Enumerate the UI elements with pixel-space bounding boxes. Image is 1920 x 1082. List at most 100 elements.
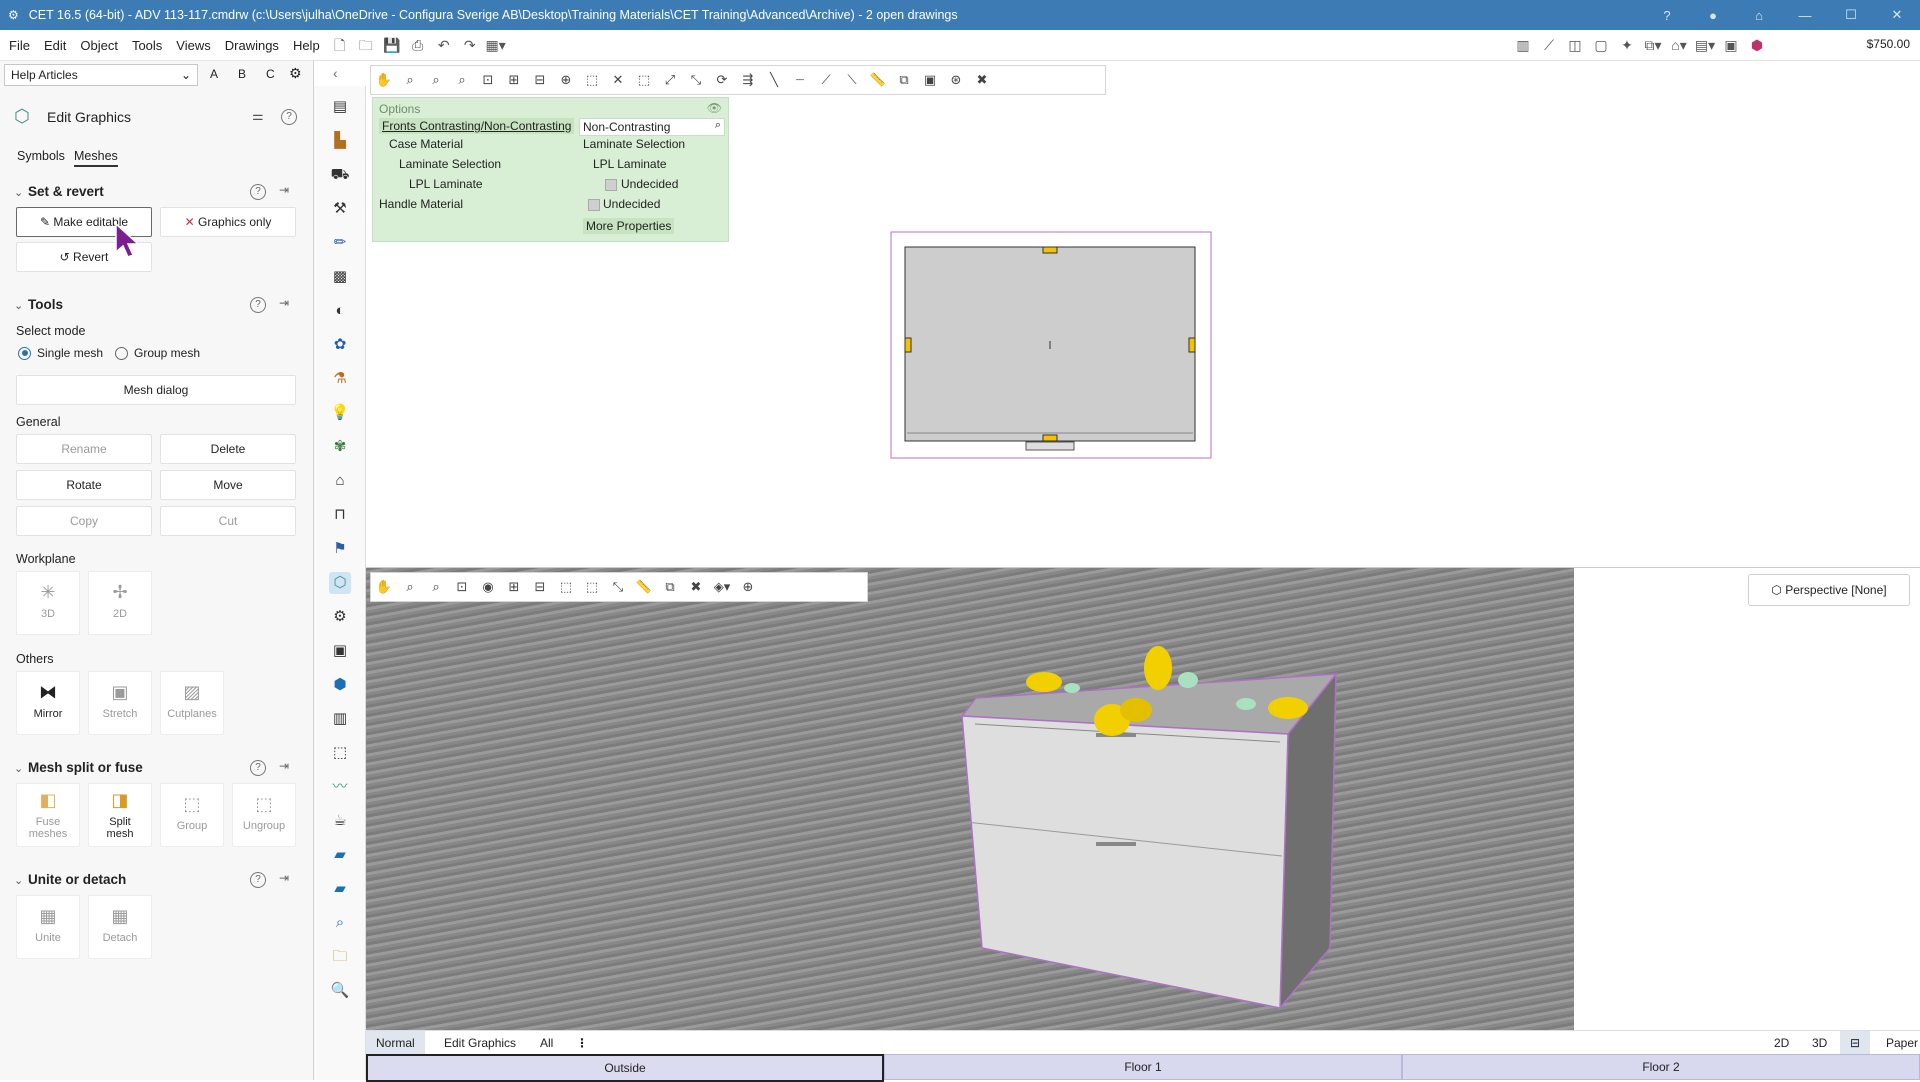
view-2d-button[interactable]: 2D [1764,1031,1799,1055]
blue-book2-icon[interactable]: ▰ [329,878,351,900]
stretch-obj-icon[interactable]: ⤡ [605,579,631,595]
camera-icon[interactable]: ▣ [329,640,351,662]
utensils-icon[interactable]: ⚒ [329,198,351,220]
wand-icon[interactable]: ✦ [1616,34,1638,56]
select-area-icon[interactable]: ⬚ [631,72,657,88]
print-icon[interactable]: ⎙ [407,34,429,56]
search-icon[interactable]: ⌕ [715,119,721,132]
delete-obj-icon[interactable]: ✖ [683,579,709,595]
edit-graphics-tool-icon[interactable]: ⬡ [329,572,351,594]
rotate-button[interactable]: Rotate [16,470,152,500]
table-icon[interactable]: ▤▾ [1694,34,1716,56]
ungroup-button[interactable]: ⬚ Ungroup [232,783,296,847]
target-icon[interactable]: ⊕ [735,579,761,595]
dimension-icon[interactable]: ⟍ [839,72,865,88]
more-properties-button[interactable]: More Properties [583,218,675,234]
move-button[interactable]: Move [160,470,296,500]
view-2d[interactable]: ✋ ⌕ ⌕ ⌕ ⊡ ⊞ ⊟ ⊕ ⬚ ✕ ⬚ ⤢ ⤡ ⟳ ⇶ ╲ ┈ ⟋ ⟍ 📏 … [366,61,1920,568]
pan-icon[interactable]: ✋ [371,579,397,595]
graphics-only-button[interactable]: ✕ Graphics only [160,207,296,237]
zoom-extents-icon[interactable]: ⊡ [475,72,501,88]
section-set-revert[interactable]: ⌄ Set & revert [14,184,104,199]
delete-button[interactable]: Delete [160,434,296,464]
select-icon[interactable]: ⬚ [553,579,579,595]
undo-icon[interactable]: ↶ [433,34,455,56]
new-file-icon[interactable]: 🗋 [329,34,351,56]
measure-icon[interactable]: 📏 [631,579,657,595]
prop-label-lpl-laminate[interactable]: LPL Laminate [409,177,483,191]
search-doc-icon[interactable]: ⌕ [329,912,351,934]
section-mesh-split-fuse[interactable]: ⌄ Mesh split or fuse [14,760,143,775]
zoom-select-icon[interactable]: ⊞ [501,72,527,88]
copy-button[interactable]: Copy [16,506,152,536]
help-circle-icon[interactable]: ? [250,760,266,776]
cube-icon[interactable]: ⬢ [329,674,351,696]
desk-icon[interactable]: ⊓ [329,504,351,526]
floor-plan-icon[interactable]: ▙ [329,130,351,152]
split-view-icon[interactable]: ⊟ [1840,1031,1871,1055]
help-articles-dropdown[interactable]: Help Articles ⌄ [4,64,198,86]
stretch-obj-icon[interactable]: ⤡ [683,72,709,88]
prop-value-handle-material[interactable]: Undecided [603,197,660,211]
hex-icon[interactable]: ⬢ [1746,34,1768,56]
collapse-panel-icon[interactable]: ‹ [333,65,338,81]
maximize-button[interactable]: ☐ [1828,7,1874,23]
pan-icon[interactable]: ✋ [371,72,397,88]
help-circle-icon[interactable]: ? [250,872,266,888]
close-button[interactable]: ✕ [1874,7,1920,23]
zoom-select-icon[interactable]: ⊞ [501,579,527,595]
unite-button[interactable]: ▦ Unite [16,895,80,959]
bulb-icon[interactable]: 💡 [329,402,351,424]
layers-icon[interactable]: ⧉▾ [1642,34,1664,56]
kitchen-icon[interactable]: ⚗ [329,368,351,390]
zoom-in-icon[interactable]: ⌕ [423,579,449,595]
rotate-obj-icon[interactable]: ⟳ [709,72,735,88]
flag-icon[interactable]: ⚑ [329,538,351,560]
layout-dropdown-icon[interactable]: ▦▾ [485,34,507,56]
pencil-ruler-icon[interactable]: ✏ [329,232,351,254]
mirror-button[interactable]: ⧓ Mirror [16,671,80,735]
tab-all[interactable]: All [530,1031,563,1055]
zoom-out-icon[interactable]: ⌕ [397,72,423,88]
tab-edit-graphics[interactable]: Edit Graphics [434,1031,526,1055]
more-vertical-icon[interactable]: ⋮ [566,1031,598,1055]
prop-label-handle-material[interactable]: Handle Material [379,197,463,211]
search-icon[interactable]: 🔍 [329,980,351,1002]
prop-value-laminate-selection[interactable]: LPL Laminate [593,157,667,171]
tab-normal[interactable]: Normal [366,1031,425,1055]
select-cross-icon[interactable]: ✕ [605,72,631,88]
tag-icon[interactable]: ⌂▾ [1668,34,1690,56]
export-icon[interactable]: ⇥ [279,183,289,197]
zoom-extents-icon[interactable]: ⊡ [449,579,475,595]
shapes-icon[interactable]: ✿ [329,334,351,356]
target-icon[interactable]: ⊕ [553,72,579,88]
view-3d[interactable]: ✋ ⌕ ⌕ ⊡ ◉ ⊞ ⊟ ⬚ ⬚ ⤡ 📏 ⧉ ✖ ◈▾ ⊕ ⬡ Perspec… [366,568,1920,1030]
car-icon[interactable]: ⛟ [329,164,351,186]
mirror-view-icon[interactable]: ◫ [1564,34,1586,56]
help-circle-icon[interactable]: ? [250,297,266,313]
copy-obj-icon[interactable]: ⧉ [657,579,683,595]
camera-view-icon[interactable]: ⊟ [527,579,553,595]
plumbing-icon[interactable]: ⚙ [329,606,351,628]
copy-obj-icon[interactable]: ⧉ [891,72,917,88]
folder-icon[interactable]: 🗀 [329,946,351,968]
prop-value-fronts[interactable]: Non-Contrasting ⌕ [579,118,725,136]
cabinet-plan-drawing[interactable] [890,231,1220,467]
stretch-button[interactable]: ▣ Stretch [88,671,152,735]
letter-a-button[interactable]: A [210,67,218,81]
section-tools[interactable]: ⌄ Tools [14,297,63,312]
prop-value-lpl-laminate[interactable]: Undecided [621,177,678,191]
zoom-out-icon[interactable]: ⌕ [397,579,423,595]
prop-label-case-material[interactable]: Case Material [389,137,463,151]
hatch-icon[interactable]: ▩ [329,266,351,288]
redo-icon[interactable]: ↷ [459,34,481,56]
save-icon[interactable]: 💾 [381,34,403,56]
tab-symbols[interactable]: Symbols [17,149,65,163]
measure-icon[interactable]: 📏 [865,72,891,88]
blue-book-icon[interactable]: ▰ [329,844,351,866]
settings-sliders-icon[interactable]: ⚌ [252,108,264,124]
tool-icon[interactable]: ◐ [329,300,351,322]
export-icon[interactable]: ⇥ [279,759,289,773]
mesh-dialog-button[interactable]: Mesh dialog [16,375,296,405]
detach-button[interactable]: ▦ Detach [88,895,152,959]
